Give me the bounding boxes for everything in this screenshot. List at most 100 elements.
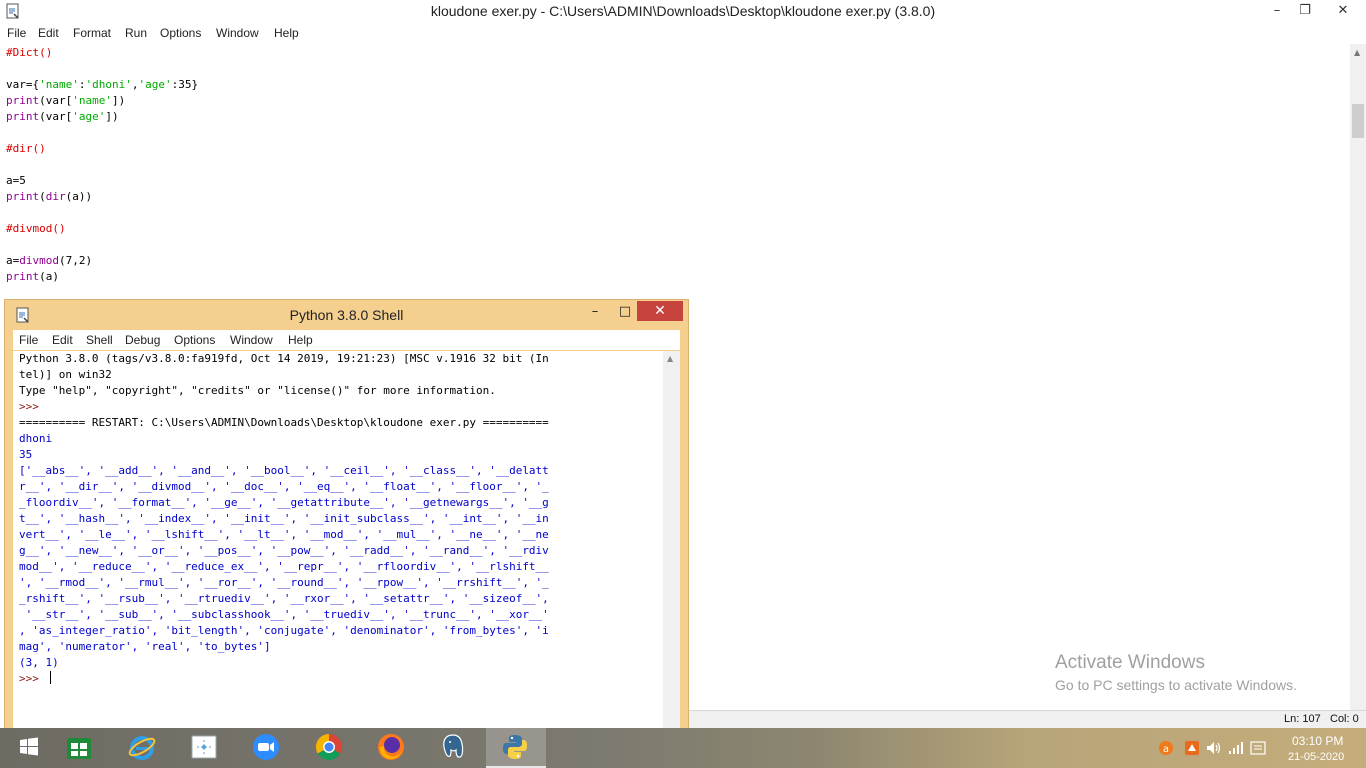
code-token: :35} xyxy=(171,78,199,91)
network-signal-icon[interactable] xyxy=(1228,741,1244,755)
code-builtin: print xyxy=(6,190,40,203)
shell-output-line: g__', '__new__', '__or__', '__pos__', '_… xyxy=(19,544,549,557)
editor-statusbar: Ln: 107 Col: 0 xyxy=(688,710,1366,728)
scroll-up-arrow-icon[interactable]: ▲ xyxy=(1354,48,1360,57)
svg-text:a: a xyxy=(1163,744,1169,755)
activate-windows-watermark-subtitle: Go to PC settings to activate Windows. xyxy=(1055,677,1297,693)
editor-maximize-button[interactable]: ❐ xyxy=(1290,0,1320,22)
shell-maximize-button[interactable]: □ xyxy=(611,302,639,324)
code-token: ]) xyxy=(112,94,126,107)
taskbar-chrome[interactable] xyxy=(300,728,360,768)
firefox-icon xyxy=(378,734,404,760)
shell-output-line: mag', 'numerator', 'real', 'to_bytes'] xyxy=(19,640,271,653)
shell-output-line: ['__abs__', '__add__', '__and__', '__boo… xyxy=(19,464,549,477)
avast-icon[interactable]: a xyxy=(1158,740,1174,756)
internet-explorer-icon xyxy=(128,736,156,760)
shell-vertical-scrollbar[interactable]: ▲ xyxy=(663,351,680,729)
code-line: print(a) xyxy=(6,269,59,285)
shell-menu-help[interactable]: Help xyxy=(288,333,313,347)
code-token: (a)) xyxy=(65,190,93,203)
taskbar-firefox[interactable] xyxy=(362,728,422,768)
editor-titlebar[interactable]: kloudone exer.py - C:\Users\ADMIN\Downlo… xyxy=(0,0,1366,23)
code-string: 'name' xyxy=(39,78,79,91)
shell-output-line: 35 xyxy=(19,448,33,461)
shell-output-line: '__str__', '__sub__', '__subclasshook__'… xyxy=(19,608,549,621)
code-line: print(dir(a)) xyxy=(6,189,92,205)
scroll-up-arrow-icon[interactable]: ▲ xyxy=(667,354,673,363)
code-string: 'name' xyxy=(72,94,112,107)
code-builtin: dir xyxy=(45,190,66,203)
editor-menu-window[interactable]: Window xyxy=(216,26,259,40)
taskbar-clock-time[interactable]: 03:10 PM xyxy=(1292,734,1343,748)
taskbar-store[interactable] xyxy=(50,728,110,768)
taskbar-snipping-tool[interactable] xyxy=(175,728,235,768)
shell-menu-shell[interactable]: Shell xyxy=(86,333,113,347)
taskbar-internet-explorer[interactable] xyxy=(113,728,173,768)
chrome-icon xyxy=(315,733,342,761)
text-cursor xyxy=(49,671,51,684)
code-builtin: divmod xyxy=(19,254,59,267)
editor-vertical-scrollbar[interactable]: ▲ xyxy=(1350,44,1366,710)
editor-scrollbar-thumb[interactable] xyxy=(1352,104,1364,138)
shell-output-line: vert__', '__le__', '__lshift__', '__lt__… xyxy=(19,528,549,541)
taskbar-python-idle[interactable] xyxy=(486,728,546,768)
activate-windows-watermark-title: Activate Windows xyxy=(1055,652,1205,673)
code-string: 'dhoni' xyxy=(85,78,132,91)
code-comment: #dir() xyxy=(6,142,46,155)
code-string: 'age' xyxy=(138,78,172,91)
code-builtin: print xyxy=(6,110,40,123)
taskbar-zoom[interactable] xyxy=(237,728,297,768)
code-token: : xyxy=(78,78,86,91)
shell-titlebar[interactable]: Python 3.8.0 Shell – □ ✕ xyxy=(5,300,688,330)
code-token: ]) xyxy=(105,110,119,123)
code-line: #divmod() xyxy=(6,221,66,237)
shell-output-area[interactable]: Python 3.8.0 (tags/v3.8.0:fa919fd, Oct 1… xyxy=(13,351,663,729)
editor-menu-format[interactable]: Format xyxy=(73,26,111,40)
editor-close-button[interactable]: ✕ xyxy=(1320,0,1366,22)
code-comment: #Dict() xyxy=(6,46,53,59)
zoom-icon xyxy=(253,734,279,760)
code-token: ( xyxy=(39,190,46,203)
shell-prompt: >>> xyxy=(19,672,46,685)
editor-menu-run[interactable]: Run xyxy=(125,26,147,40)
code-token: a=5 xyxy=(6,174,26,187)
editor-menu-help[interactable]: Help xyxy=(274,26,299,40)
shell-line: Type "help", "copyright", "credits" or "… xyxy=(19,384,496,397)
shell-menu-file[interactable]: File xyxy=(19,333,38,347)
editor-menu-edit[interactable]: Edit xyxy=(38,26,59,40)
volume-icon[interactable] xyxy=(1206,741,1222,755)
code-line: print(var['name']) xyxy=(6,93,125,109)
code-token: a= xyxy=(6,254,20,267)
taskbar: a xyxy=(0,728,1366,768)
code-token: (var[ xyxy=(39,94,73,107)
code-string: 'age' xyxy=(72,110,106,123)
editor-menu-file[interactable]: File xyxy=(7,26,26,40)
shell-menu-edit[interactable]: Edit xyxy=(52,333,73,347)
taskbar-clock-date[interactable]: 21-05-2020 xyxy=(1288,751,1344,763)
shell-minimize-button[interactable]: – xyxy=(581,302,609,324)
windows-logo-icon xyxy=(20,737,38,756)
shell-menu-options[interactable]: Options xyxy=(174,333,215,347)
editor-menu-options[interactable]: Options xyxy=(160,26,201,40)
python-icon xyxy=(503,735,527,759)
shell-menu-window[interactable]: Window xyxy=(230,333,273,347)
shell-output-line: , 'as_integer_ratio', 'bit_length', 'con… xyxy=(19,624,549,637)
store-icon xyxy=(67,738,91,759)
action-center-icon[interactable] xyxy=(1250,740,1266,756)
shell-menu-debug[interactable]: Debug xyxy=(125,333,160,347)
shell-restart-line: ========== RESTART: C:\Users\ADMIN\Downl… xyxy=(19,416,549,429)
status-line-number: Ln: 107 xyxy=(1284,713,1321,725)
python-shell-window: Python 3.8.0 Shell – □ ✕ File Edit Shell… xyxy=(4,299,689,730)
status-column-number: Col: 0 xyxy=(1330,713,1359,725)
shell-output-line: r__', '__dir__', '__divmod__', '__doc__'… xyxy=(19,480,549,493)
editor-minimize-button[interactable]: – xyxy=(1262,0,1292,22)
tray-app-icon[interactable] xyxy=(1184,740,1200,756)
shell-output-line: dhoni xyxy=(19,432,53,445)
code-line: #dir() xyxy=(6,141,46,157)
code-token: (7,2) xyxy=(59,254,93,267)
shell-close-button[interactable]: ✕ xyxy=(637,301,683,321)
shell-input-prompt[interactable]: >>> xyxy=(19,671,51,687)
taskbar-postgresql[interactable] xyxy=(424,728,484,768)
code-token: (a) xyxy=(39,270,59,283)
editor-window-title: kloudone exer.py - C:\Users\ADMIN\Downlo… xyxy=(430,3,936,19)
